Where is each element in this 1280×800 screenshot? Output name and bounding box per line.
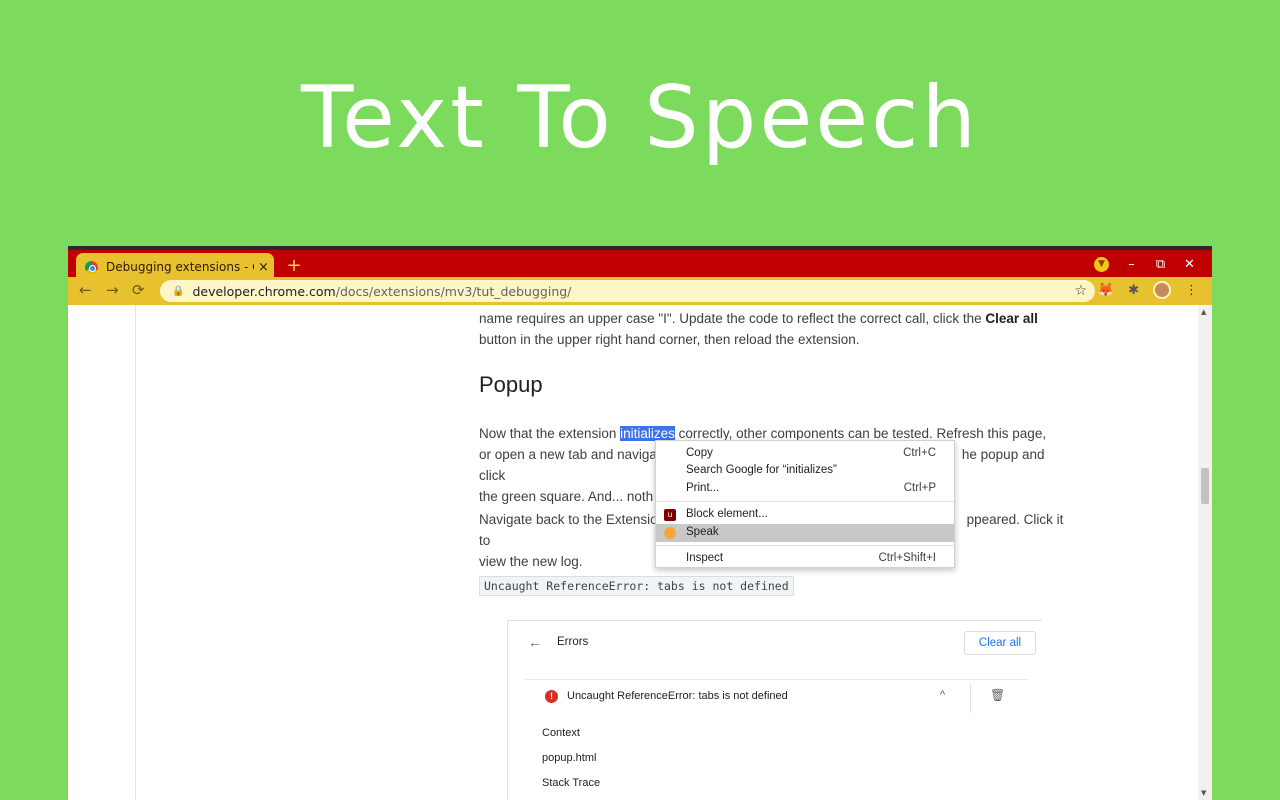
avatar-icon[interactable] (1153, 281, 1171, 299)
url-path: /docs/extensions/mv3/tut_debugging/ (335, 283, 572, 299)
browser-toolbar: ← → ⟳ 🔒 developer.chrome.com/docs/extens… (68, 277, 1212, 305)
back-button[interactable]: ← (79, 281, 92, 299)
scroll-thumb[interactable] (1201, 468, 1209, 504)
address-bar[interactable]: 🔒 developer.chrome.com/docs/extensions/m… (160, 280, 1095, 302)
close-window-button[interactable]: ✕ (1175, 257, 1204, 272)
vertical-scrollbar[interactable]: ▲ ▼ (1198, 305, 1212, 800)
stack-trace-label: Stack Trace (542, 777, 601, 789)
clear-all-bold: Clear all (985, 311, 1038, 326)
para2-line1-pre: Now that the extension (479, 426, 621, 441)
para3-line1-pre: Navigate back to the Extensio (479, 512, 658, 527)
menu-shortcut: Ctrl+Shift+I (878, 552, 936, 564)
kebab-menu-icon[interactable]: ⋮ (1185, 283, 1198, 298)
title-bar: Debugging extensions - C × + ▼ – ⧉ ✕ (68, 246, 1212, 281)
menu-item-copy[interactable]: Copy Ctrl+C (656, 445, 954, 463)
sidebar-divider (135, 305, 136, 800)
selected-text[interactable]: initializes (620, 426, 675, 441)
chevron-up-icon: ^ (940, 689, 946, 701)
menu-separator (656, 545, 954, 546)
forward-button[interactable]: → (106, 281, 119, 299)
puzzle-icon[interactable]: ✱ (1128, 283, 1139, 298)
error-icon: ! (545, 690, 558, 703)
banner-title: Text To Speech (301, 68, 979, 168)
url-host: developer.chrome.com (192, 283, 336, 299)
para1-line1: name requires an upper case "I". Update … (479, 311, 986, 326)
reload-button[interactable]: ⟳ (132, 281, 145, 299)
vertical-divider (970, 683, 971, 713)
menu-item-block-element[interactable]: u Block element... (656, 506, 954, 524)
star-icon[interactable]: ☆ (1074, 283, 1087, 299)
scroll-down-icon[interactable]: ▼ (1201, 789, 1206, 797)
window-controls: ▼ – ⧉ ✕ (1094, 257, 1204, 272)
fox-icon (664, 527, 676, 539)
menu-shortcut: Ctrl+C (903, 447, 936, 459)
clear-all-button: Clear all (964, 631, 1036, 655)
section-heading: Popup (479, 372, 543, 397)
para1-line2: button in the upper right hand corner, t… (479, 332, 860, 347)
para3-line2: view the new log. (479, 554, 583, 569)
paragraph-1: name requires an upper case "I". Update … (479, 308, 1069, 350)
minimize-button[interactable]: – (1117, 257, 1146, 272)
back-arrow-icon: ← (528, 634, 542, 650)
profile-chevron-icon[interactable]: ▼ (1094, 257, 1109, 272)
tab-title: Debugging extensions - C (106, 260, 254, 274)
context-label: Context (542, 727, 580, 739)
trash-icon: 🗑 (990, 688, 1006, 702)
menu-item-search-google[interactable]: Search Google for “initializes” (656, 462, 954, 480)
chrome-icon (85, 260, 98, 274)
restore-button[interactable]: ⧉ (1146, 257, 1175, 272)
menu-item-speak[interactable]: Speak (656, 524, 954, 542)
menu-label: Inspect (686, 552, 724, 564)
browser-window: Debugging extensions - C × + ▼ – ⧉ ✕ ← →… (68, 246, 1212, 800)
para2-line2-pre: or open a new tab and naviga (479, 447, 657, 462)
para2-line3: the green square. And... noth (479, 489, 654, 504)
code-snippet: Uncaught ReferenceError: tabs is not def… (479, 576, 794, 596)
menu-item-print[interactable]: Print... Ctrl+P (656, 480, 954, 498)
errors-screenshot: ← Errors Clear all ! Uncaught ReferenceE… (507, 620, 1042, 800)
lock-icon[interactable]: 🔒 (172, 286, 184, 297)
menu-label: Block element... (686, 508, 768, 520)
fox-extension-icon[interactable]: 🦊 (1098, 283, 1114, 298)
tab-close-icon[interactable]: × (258, 260, 269, 275)
error-message: Uncaught ReferenceError: tabs is not def… (567, 690, 788, 702)
new-tab-button[interactable]: + (284, 257, 304, 277)
context-menu: Copy Ctrl+C Search Google for “initializ… (655, 440, 955, 568)
scroll-up-icon[interactable]: ▲ (1201, 308, 1206, 316)
menu-shortcut: Ctrl+P (903, 482, 936, 494)
menu-separator (656, 501, 954, 502)
page-content: name requires an upper case "I". Update … (68, 305, 1212, 800)
para2-line1-post: correctly, other components can be teste… (674, 426, 1047, 441)
menu-item-inspect[interactable]: Inspect Ctrl+Shift+I (656, 550, 954, 568)
toolbar-icons: 🦊 ✱ ⋮ (1098, 281, 1198, 299)
menu-label: Speak (686, 526, 719, 538)
divider (525, 679, 1028, 680)
errors-title: Errors (557, 636, 589, 648)
menu-label: Copy (686, 447, 713, 459)
ublock-icon: u (664, 509, 676, 521)
context-value: popup.html (542, 752, 597, 764)
menu-label: Print... (686, 482, 720, 494)
menu-label: Search Google for “initializes” (686, 464, 837, 476)
